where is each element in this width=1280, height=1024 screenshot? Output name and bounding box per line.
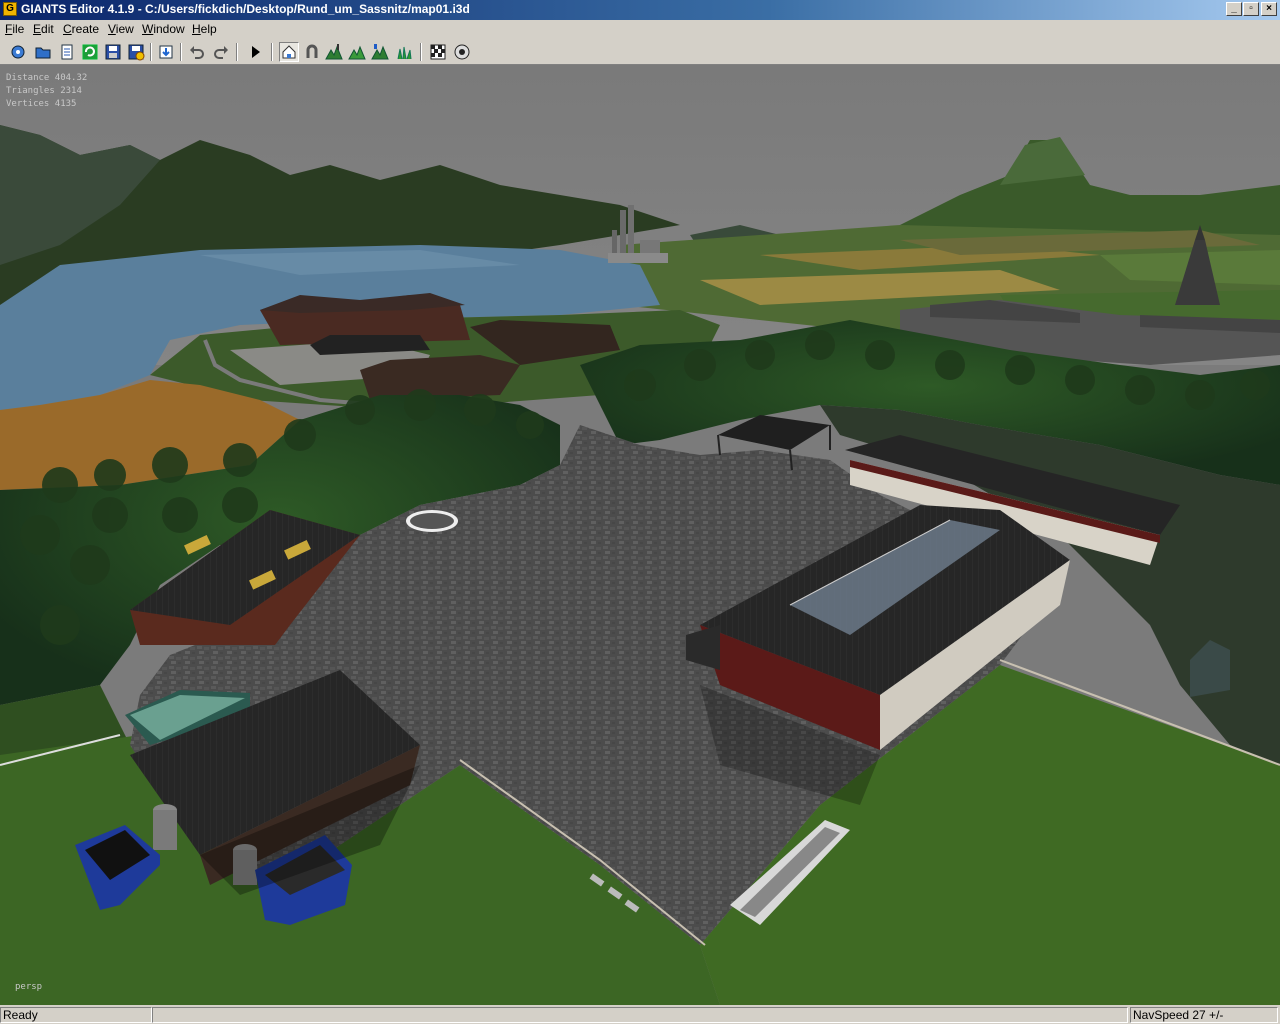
- foliage-paint-icon[interactable]: [370, 42, 390, 62]
- menu-bar: File Edit Create View Window Help: [0, 20, 1280, 39]
- select-mode-icon[interactable]: [279, 42, 299, 62]
- menu-file[interactable]: File: [5, 22, 24, 36]
- checkerboard-icon[interactable]: [428, 42, 448, 62]
- menu-edit[interactable]: Edit: [33, 22, 54, 36]
- 3d-viewport[interactable]: Distance 404.32 Triangles 2314 Vertices …: [0, 65, 1280, 1005]
- foliage-grass-icon[interactable]: [394, 42, 414, 62]
- minimize-button[interactable]: _: [1226, 2, 1242, 16]
- open-icon[interactable]: [33, 42, 53, 62]
- move-mode-icon[interactable]: [302, 42, 322, 62]
- stat-vertices: Vertices 4135: [6, 99, 77, 109]
- render-settings-icon[interactable]: [452, 42, 472, 62]
- menu-help[interactable]: Help: [192, 22, 217, 36]
- terrain-sculpt-icon[interactable]: [347, 42, 367, 62]
- close-button[interactable]: ×: [1261, 2, 1277, 16]
- restore-button[interactable]: ▫: [1243, 2, 1259, 16]
- silo: [620, 210, 626, 255]
- title-bar[interactable]: G GIANTS Editor 4.1.9 - C:/Users/fickdic…: [0, 0, 1280, 20]
- camera-label: persp: [15, 982, 43, 992]
- menu-window[interactable]: Window: [142, 22, 185, 36]
- terrain-paint-icon[interactable]: [324, 42, 344, 62]
- redo-icon[interactable]: [211, 42, 231, 62]
- new-scene-icon[interactable]: [8, 42, 28, 62]
- undo-icon[interactable]: [187, 42, 207, 62]
- menu-view[interactable]: View: [108, 22, 134, 36]
- refresh-icon[interactable]: [80, 42, 100, 62]
- save-as-icon[interactable]: [126, 42, 146, 62]
- import-icon[interactable]: [156, 42, 176, 62]
- status-bar: Ready NavSpeed 27 +/-: [0, 1005, 1280, 1024]
- toolbar: [0, 39, 1280, 65]
- menu-create[interactable]: Create: [63, 22, 99, 36]
- save-icon[interactable]: [103, 42, 123, 62]
- status-text: Ready: [0, 1007, 152, 1023]
- stat-triangles: Triangles 2314: [6, 86, 82, 96]
- properties-icon[interactable]: [57, 42, 77, 62]
- nav-speed: NavSpeed 27 +/-: [1130, 1007, 1278, 1023]
- status-spacer: [152, 1007, 1128, 1023]
- scene-render[interactable]: [0, 65, 1280, 1005]
- window-title: GIANTS Editor 4.1.9 - C:/Users/fickdich/…: [21, 2, 470, 16]
- play-icon[interactable]: [245, 42, 265, 62]
- stat-distance: Distance 404.32: [6, 73, 88, 83]
- giants-editor-icon: G: [3, 2, 17, 16]
